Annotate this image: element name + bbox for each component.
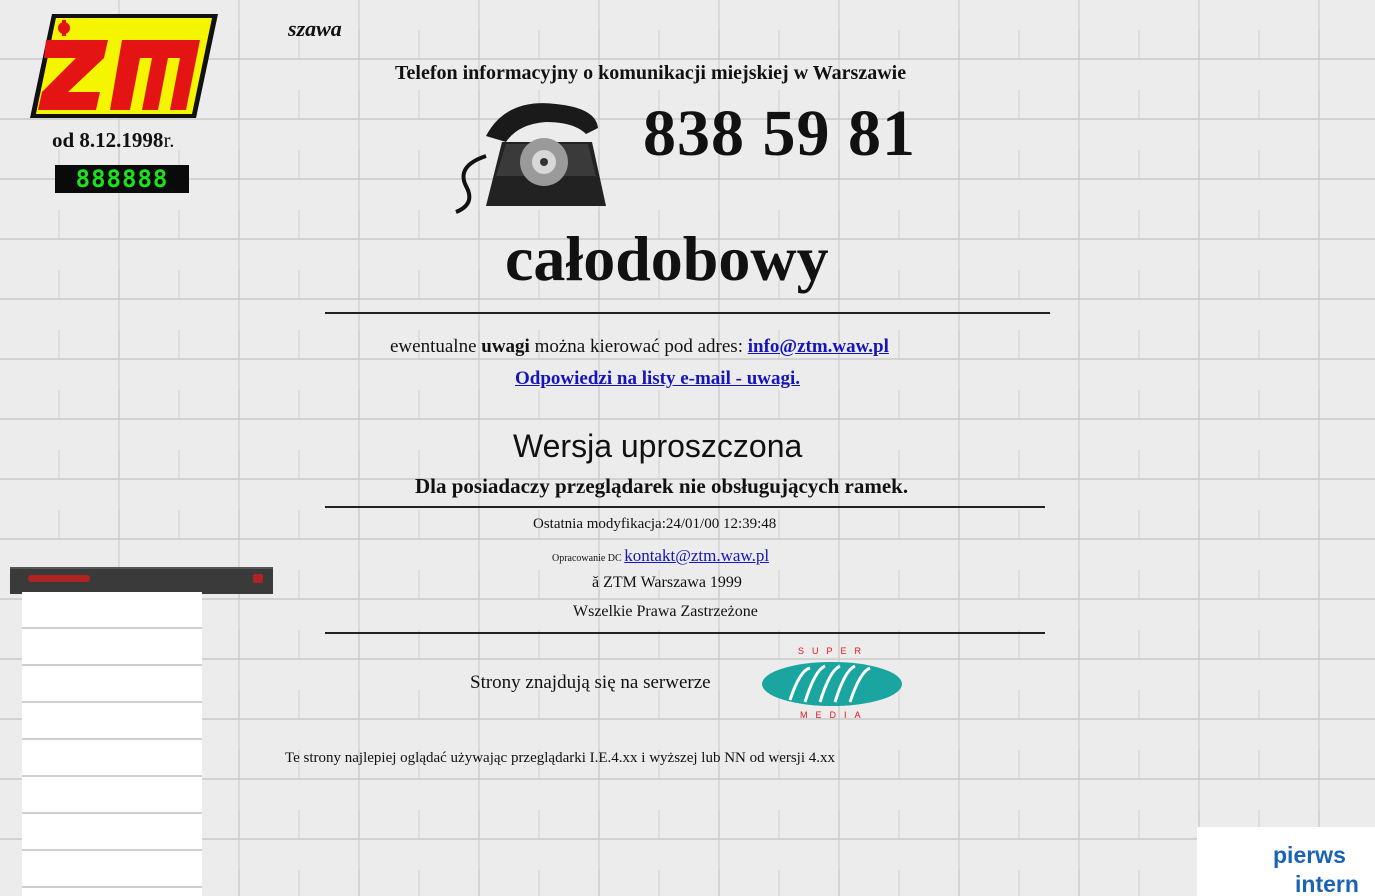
corner-text-line2[interactable]: intern [1295, 871, 1359, 896]
corner-clip: pierws intern [0, 0, 1375, 896]
corner-text-line1[interactable]: pierws [1273, 842, 1346, 869]
